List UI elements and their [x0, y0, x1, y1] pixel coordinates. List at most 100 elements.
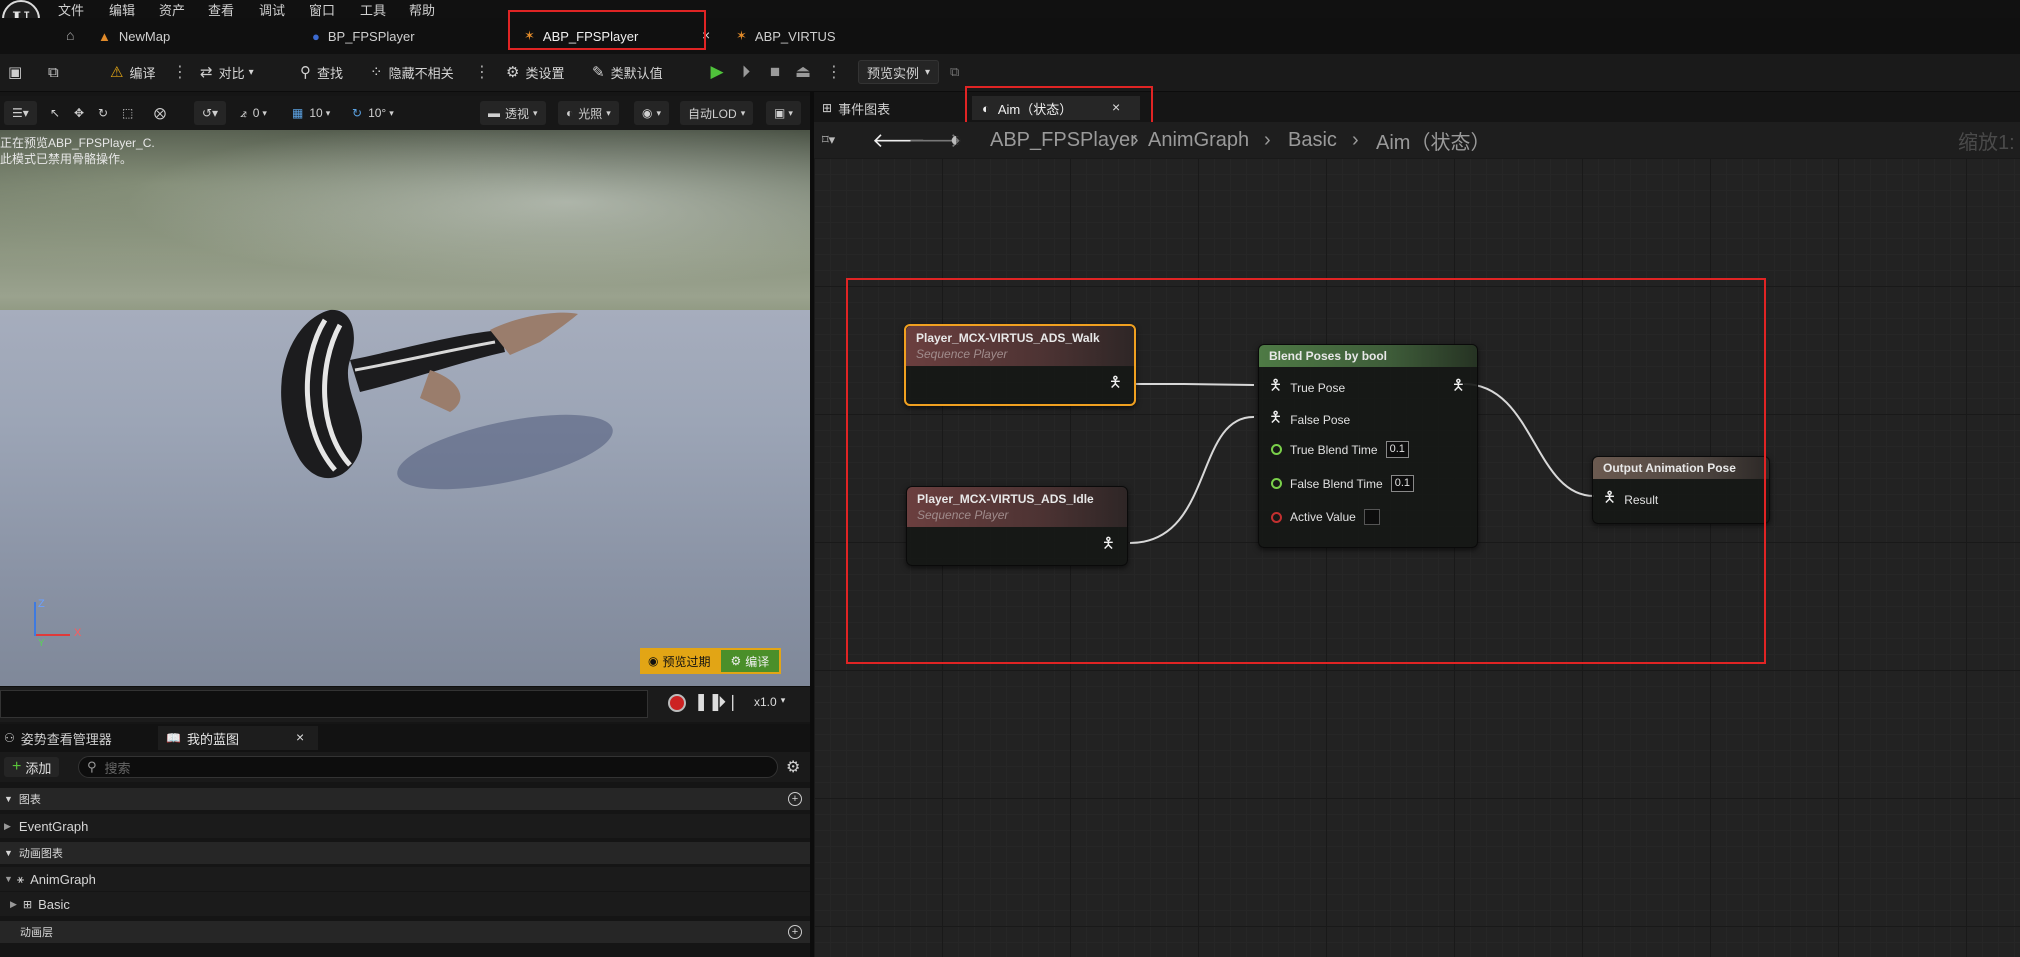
- scale-icon[interactable]: ⬚: [122, 101, 133, 125]
- section-graphs[interactable]: ▼ 图表 +: [0, 788, 810, 810]
- pose-output-pin-icon[interactable]: 🯅: [1452, 375, 1465, 400]
- compile-warning-icon: ⚠: [110, 64, 124, 81]
- browse-icon[interactable]: ⧉: [48, 60, 65, 84]
- translate-icon[interactable]: ✥: [74, 101, 84, 125]
- tree-item-animgraph[interactable]: ▼ ⚹ AnimGraph: [0, 867, 810, 891]
- add-layer-icon[interactable]: +: [788, 925, 802, 939]
- gear-icon: ⚙: [730, 654, 742, 668]
- false-blend-time-input[interactable]: 0.1: [1390, 475, 1415, 492]
- rotation-snap[interactable]: ⦨ 0 ▾: [240, 101, 267, 125]
- menu-edit[interactable]: 编辑: [109, 0, 135, 19]
- section-anim-layers[interactable]: 动画层 +: [0, 921, 810, 943]
- tab-bp-fpsplayer[interactable]: ● BP_FPSPlayer: [312, 22, 415, 50]
- step-icon[interactable]: ⏵: [735, 60, 757, 84]
- pose-output-pin-icon[interactable]: 🯅: [1109, 372, 1122, 397]
- perspective-dropdown[interactable]: ▬ 透视 ▾: [480, 101, 546, 125]
- hide-options-icon[interactable]: ⋮: [474, 62, 490, 82]
- breadcrumb-abp[interactable]: ABP_FPSPlayer: [990, 126, 1137, 154]
- tab-newmap[interactable]: ▲ NewMap: [98, 22, 170, 50]
- close-tab-icon[interactable]: ×: [1112, 99, 1120, 115]
- active-value-checkbox[interactable]: [1363, 509, 1380, 525]
- node-sequence-player-idle[interactable]: Player_MCX-VIRTUS_ADS_Idle Sequence Play…: [906, 486, 1128, 566]
- tab-event-graph[interactable]: ⊞ 事件图表: [822, 96, 890, 120]
- pin-result[interactable]: 🯅 Result: [1603, 487, 1658, 512]
- blueprint-search-input[interactable]: ⚲ 搜索: [78, 756, 778, 778]
- find-button[interactable]: ⚲ 查找: [300, 60, 343, 84]
- breadcrumb-basic[interactable]: Basic: [1288, 126, 1337, 154]
- pin-active-value[interactable]: Active Value: [1271, 509, 1380, 525]
- debug-filter-icon[interactable]: ⧉: [950, 60, 959, 84]
- menu-tools[interactable]: 工具: [360, 0, 386, 19]
- node-sequence-player-walk[interactable]: Player_MCX-VIRTUS_ADS_Walk Sequence Play…: [904, 324, 1136, 406]
- auto-lod-dropdown[interactable]: 自动LOD ▾: [680, 101, 754, 125]
- tab-abp-virtus[interactable]: ✶ ABP_VIRTUS: [736, 22, 836, 50]
- node-output-animation-pose[interactable]: Output Animation Pose 🯅 Result: [1592, 456, 1770, 524]
- lighting-dropdown[interactable]: ◐ 光照 ▾: [558, 101, 619, 125]
- true-blend-time-input[interactable]: 0.1: [1385, 441, 1409, 458]
- menu-view[interactable]: 查看: [208, 0, 234, 19]
- tree-item-eventgraph[interactable]: ▶ EventGraph: [0, 814, 810, 838]
- close-tab-icon[interactable]: ×: [296, 729, 304, 745]
- record-icon[interactable]: [668, 694, 686, 712]
- timeline-scrubber[interactable]: [0, 690, 648, 718]
- coordinate-space-icon[interactable]: ⨂: [154, 101, 166, 125]
- show-dropdown[interactable]: ◉ ▾: [634, 101, 670, 125]
- tab-my-blueprint[interactable]: 📖 我的蓝图: [158, 726, 318, 750]
- pose-output-pin-icon[interactable]: 🯅: [1102, 533, 1115, 558]
- class-settings-button[interactable]: ⚙ 类设置: [506, 60, 564, 84]
- tab-abp-fpsplayer[interactable]: ✶ ABP_FPSPlayer: [524, 22, 638, 50]
- preview-outdated-badge[interactable]: ◉ 预览过期 ⚙ 编译: [640, 648, 782, 674]
- anim-graph-canvas[interactable]: Player_MCX-VIRTUS_ADS_Walk Sequence Play…: [814, 158, 2020, 957]
- select-icon[interactable]: ↖: [50, 101, 60, 125]
- play-icon[interactable]: ▶: [706, 60, 728, 84]
- play-options-icon[interactable]: ⋮: [826, 62, 842, 82]
- eject-icon[interactable]: ⏏: [792, 60, 814, 84]
- breadcrumb-aim-state[interactable]: Aim（状态）: [1376, 126, 1490, 154]
- angle-snap[interactable]: ↻ 10° ▾: [352, 101, 394, 125]
- breadcrumb-animgraph[interactable]: AnimGraph: [1148, 126, 1249, 154]
- pin-false-pose[interactable]: 🯅 False Pose: [1269, 407, 1350, 432]
- close-tab-icon[interactable]: ×: [702, 27, 710, 43]
- node-blend-poses-by-bool[interactable]: Blend Poses by bool 🯅 True Pose 🯅 🯅 Fals…: [1258, 344, 1478, 548]
- axis-z-label: Z: [38, 598, 45, 610]
- menu-file[interactable]: 文件: [58, 0, 84, 19]
- add-graph-icon[interactable]: +: [788, 792, 802, 806]
- compile-options-icon[interactable]: ⋮: [172, 62, 188, 82]
- playback-speed-dropdown[interactable]: x1.0 ▾: [754, 695, 785, 709]
- menu-assets[interactable]: 资产: [159, 0, 185, 19]
- class-defaults-button[interactable]: ✎ 类默认值: [592, 60, 663, 84]
- preview-instance-dropdown[interactable]: 预览实例 ▾: [858, 60, 940, 84]
- bookmark-icon[interactable]: ⌑▾: [822, 126, 835, 154]
- add-button[interactable]: + 添加: [4, 757, 60, 777]
- home-icon[interactable]: ⌂: [66, 27, 74, 43]
- pin-true-blend-time[interactable]: True Blend Time 0.1: [1271, 441, 1409, 458]
- menu-window[interactable]: 窗口: [309, 0, 335, 19]
- pin-true-pose[interactable]: 🯅 True Pose: [1269, 375, 1345, 400]
- collapse-arrow-icon: ▼: [4, 848, 13, 858]
- eye-icon: ◉: [642, 106, 653, 120]
- screen-options-dropdown[interactable]: ▣ ▾: [766, 101, 801, 125]
- grid-snap[interactable]: ▦ 10 ▾: [292, 101, 330, 125]
- menu-bar: [0, 0, 2020, 18]
- diff-button[interactable]: ⇄ 对比 ▾: [200, 60, 254, 84]
- menu-debug[interactable]: 调试: [259, 0, 285, 19]
- settings-gear-icon[interactable]: ⚙: [786, 757, 800, 777]
- pin-false-blend-time[interactable]: False Blend Time 0.1: [1271, 475, 1415, 492]
- preview-viewport[interactable]: 正在预览ABP_FPSPlayer_C. 此模式已禁用骨骼操作。 Z X Y: [0, 130, 810, 686]
- save-icon[interactable]: ▣: [8, 60, 28, 84]
- section-anim-graphs[interactable]: ▼ 动画图表: [0, 842, 810, 864]
- tree-item-basic[interactable]: ▶ ⊞ Basic: [0, 892, 810, 916]
- snap-mode-button[interactable]: ↺▾: [194, 101, 227, 125]
- hide-unrelated-icon: ⁘: [370, 64, 383, 81]
- tab-pose-watch-manager[interactable]: ⚇ 姿势查看管理器: [4, 726, 112, 750]
- menu-help[interactable]: 帮助: [409, 0, 435, 19]
- viewport-options-button[interactable]: ☰▾: [4, 101, 37, 125]
- collapse-arrow-icon: ▼: [4, 794, 13, 804]
- axis-x-label: X: [74, 627, 82, 639]
- step-forward-icon[interactable]: ⏵❘: [718, 692, 739, 712]
- hide-unrelated-button[interactable]: ⁘ 隐藏不相关: [370, 60, 454, 84]
- stop-icon[interactable]: ■: [764, 60, 786, 84]
- rotate-icon[interactable]: ↻: [98, 101, 108, 125]
- viewport-compile-button[interactable]: ⚙ 编译: [718, 648, 782, 674]
- compile-button[interactable]: ⚠ 编译: [110, 60, 155, 84]
